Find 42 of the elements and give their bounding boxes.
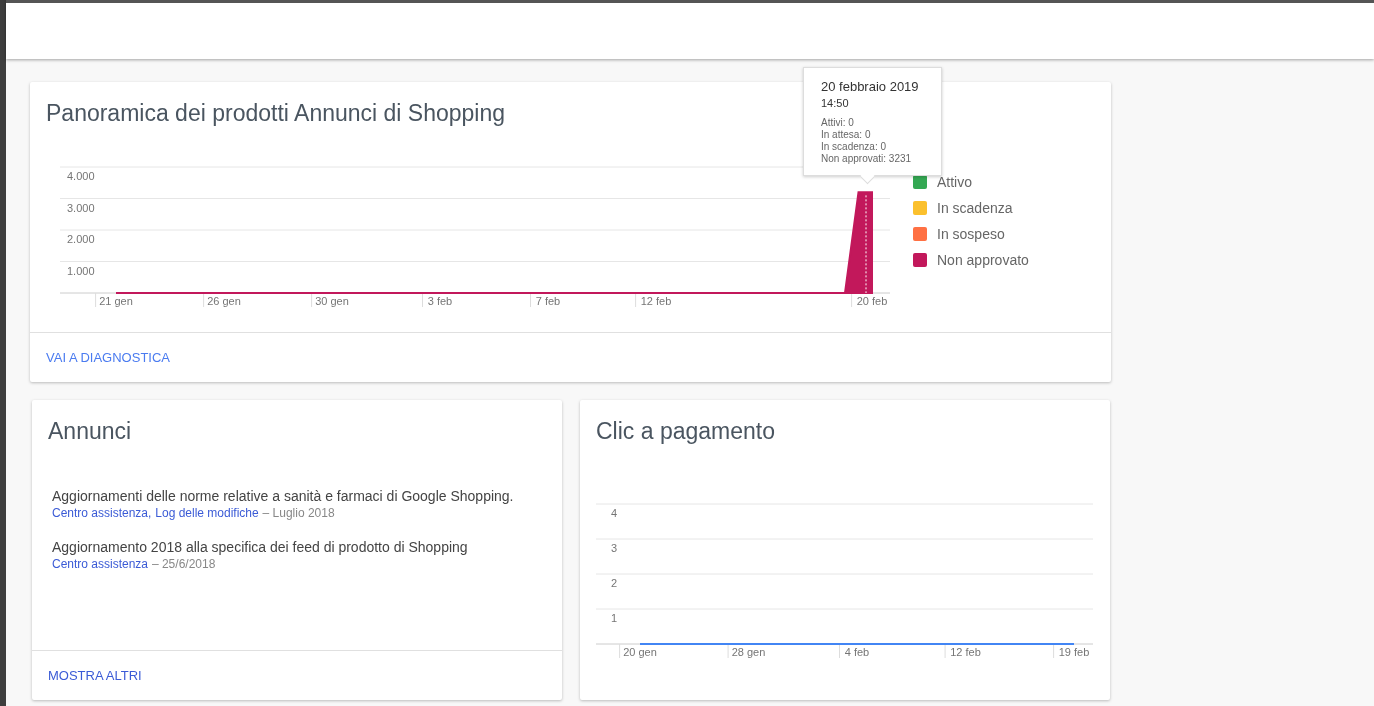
tooltip-line: Non approvati: 3231: [821, 153, 913, 165]
show-more-link[interactable]: MOSTRA ALTRI: [48, 668, 142, 683]
y-tick-label: 3.000: [67, 201, 95, 214]
announcement-text: Aggiornamento 2018 alla specifica dei feed di prodotto di Shopping: [52, 539, 468, 555]
announcement-date: – Luglio 2018: [262, 506, 335, 520]
help-link[interactable]: Log delle modifiche: [155, 506, 259, 520]
y-tick-label: 2.000: [67, 233, 95, 245]
diagnostics-link[interactable]: VAI A DIAGNOSTICA: [46, 350, 170, 365]
announcement-date: – 25/6/2018: [151, 557, 216, 571]
x-tick-label: 12 feb: [640, 295, 672, 307]
help-link[interactable]: Centro assistenza,: [52, 506, 152, 520]
x-tick-label: 26 gen: [207, 295, 241, 307]
help-link[interactable]: Centro assistenza: [52, 557, 149, 571]
legend-label: Attivo: [937, 174, 972, 190]
x-tick-label: 28 gen: [731, 646, 766, 658]
card-title: Clic a pagamento: [596, 417, 775, 446]
card-title: Annunci: [48, 417, 132, 446]
legend-label: In sospeso: [937, 226, 1005, 242]
legend-label: In scadenza: [937, 200, 1013, 216]
x-tick-label: 7 feb: [535, 295, 561, 307]
card-title: Panoramica dei prodotti Annunci di Shopping: [46, 99, 506, 128]
x-tick-label: 3 feb: [427, 295, 453, 307]
tooltip-line: In scadenza: 0: [821, 141, 888, 153]
y-tick-label: 1.000: [67, 264, 95, 277]
x-tick-label: 30 gen: [315, 295, 349, 307]
announcement-text: Aggiornamenti delle norme relative a sanità e farmaci di Google Shopping.: [52, 488, 514, 504]
tooltip-time: 14:50: [821, 97, 850, 109]
x-tick-label: 4 feb: [844, 646, 870, 658]
legend-label: Non approvato: [937, 252, 1029, 268]
x-tick-label: 20 feb: [856, 295, 888, 307]
y-tick-label: 2: [611, 577, 618, 589]
y-tick-label: 4.000: [67, 170, 95, 182]
x-tick-label: 20 gen: [623, 646, 657, 658]
x-tick-label: 12 feb: [950, 646, 981, 658]
tooltip-date: 20 febbraio 2019: [821, 79, 920, 94]
tooltip-line: Attivi: 0: [821, 117, 855, 129]
x-tick-label: 19 feb: [1058, 646, 1090, 658]
x-tick-label: 21 gen: [99, 295, 133, 307]
y-tick-label: 3: [611, 542, 618, 554]
tooltip-line: In attesa: 0: [821, 129, 872, 141]
y-tick-label: 1: [611, 612, 618, 624]
y-tick-label: 4: [611, 507, 618, 519]
